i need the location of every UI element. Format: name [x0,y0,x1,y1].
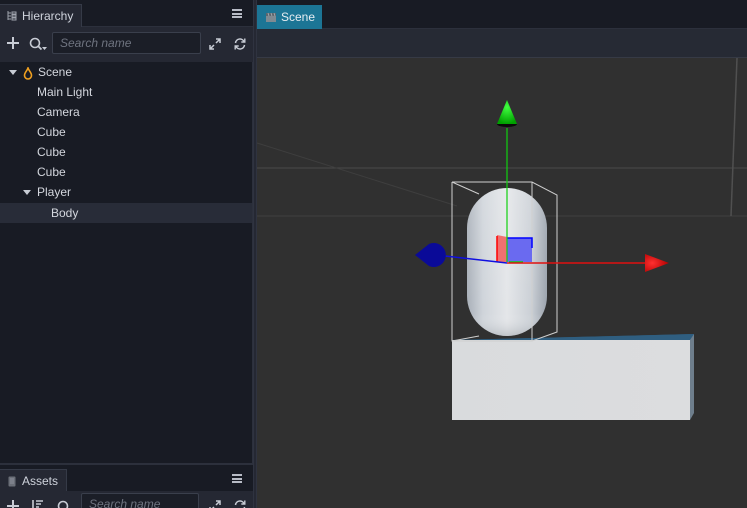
tree-item-body[interactable]: Body [0,203,252,223]
tree-item-main-light[interactable]: Main Light [0,82,252,102]
scene-tab-label: Scene [281,10,316,24]
tree-item-player[interactable]: Player [0,182,252,202]
tree-item-label: Body [51,206,79,220]
tree-item-label: Cube [37,125,66,139]
gizmo-x-arrow-icon[interactable] [645,254,669,272]
gizmo-y-arrow-icon[interactable] [497,100,517,124]
sort-icon[interactable] [31,499,49,508]
hierarchy-toolbar: Search name [0,28,254,58]
add-icon[interactable] [6,36,20,54]
hierarchy-tree: Scene Main Light Camera Cube Cube Cube P… [0,62,253,463]
scene-panel: Scene [257,0,747,508]
scene-viewport[interactable] [257,58,747,508]
hierarchy-search-placeholder: Search name [60,36,132,50]
tree-item-label: Cube [37,145,66,159]
gizmo-yz-plane-handle[interactable] [507,238,532,262]
assets-clipboard-icon [6,475,18,487]
tab-assets[interactable]: Assets [0,469,67,492]
expand-arrow-icon[interactable] [9,70,17,75]
assets-search-placeholder: Search name [89,497,161,508]
expand-icon[interactable] [208,37,222,55]
refresh-icon[interactable] [233,499,247,508]
scene-canvas[interactable] [257,58,747,508]
assets-menu-icon[interactable] [232,474,242,483]
ground-cube[interactable] [452,334,694,420]
add-icon[interactable] [6,499,20,508]
tree-item-label: Main Light [37,85,93,99]
hierarchy-tab-label: Hierarchy [22,9,74,23]
hierarchy-tree-icon [6,10,18,22]
tree-item-cube[interactable]: Cube [0,162,252,182]
assets-search-input[interactable]: Search name [81,493,199,508]
cube-front-face [452,340,690,420]
tab-scene[interactable]: Scene [257,5,322,29]
tree-item-label: Cube [37,165,66,179]
tab-hierarchy[interactable]: Hierarchy [0,4,82,27]
search-filter-icon[interactable] [29,37,49,55]
gizmo-xy-plane-handle[interactable] [497,235,507,262]
expand-arrow-icon[interactable] [23,190,31,195]
hierarchy-search-input[interactable]: Search name [52,32,201,54]
assets-tab-label: Assets [22,474,59,488]
assets-toolbar: Search name [0,491,254,508]
tree-item-label: Camera [37,105,80,119]
left-panel: Hierarchy Search name Scene Main Light C… [0,0,254,508]
scene-clapper-icon [265,11,277,23]
tree-item-cube[interactable]: Cube [0,142,252,162]
search-filter-icon[interactable] [57,500,77,508]
grid-line [730,58,738,217]
scene-toolbar [257,29,747,58]
scene-tabbar: Scene [257,0,747,29]
hierarchy-menu-icon[interactable] [232,9,242,18]
grid-line [257,142,458,207]
tree-item-camera[interactable]: Camera [0,102,252,122]
assets-tabbar: Assets [0,465,254,492]
tree-item-scene[interactable]: Scene [0,62,252,82]
cube-side-face [690,334,694,420]
tree-item-cube[interactable]: Cube [0,122,252,142]
gizmo-z-arrow-icon[interactable] [415,243,446,267]
expand-icon[interactable] [208,499,222,508]
tree-item-label: Scene [38,65,73,79]
tree-item-label: Player [37,185,72,199]
hierarchy-tabbar: Hierarchy [0,0,254,27]
refresh-icon[interactable] [233,37,247,55]
